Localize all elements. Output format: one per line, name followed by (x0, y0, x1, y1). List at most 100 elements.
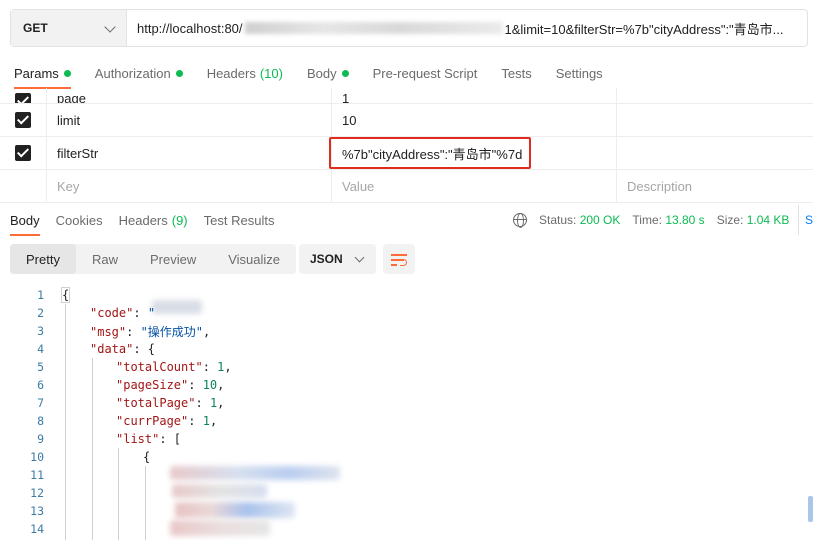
headers-count: (9) (171, 212, 188, 228)
tab-label: Tests (501, 65, 532, 81)
description-placeholder[interactable]: Description (627, 179, 692, 194)
response-bar: Body Cookies Headers (9) Test Results Sta… (0, 205, 813, 236)
tab-raw[interactable]: Raw (76, 244, 134, 274)
tab-label: Settings (555, 65, 603, 81)
tab-label: Headers (206, 65, 256, 81)
tab-visualize[interactable]: Visualize (212, 244, 296, 274)
wrap-lines-icon-part (400, 259, 407, 266)
line-number: 7 (37, 396, 44, 410)
status-value[interactable]: 200 OK (580, 213, 621, 227)
scrollbar-thumb[interactable] (808, 496, 813, 522)
tab-response-cookies[interactable]: Cookies (56, 206, 103, 234)
tab-test-results[interactable]: Test Results (204, 206, 275, 234)
tab-label: Body (10, 212, 40, 228)
code-text: "totalPage": 1, (116, 396, 225, 410)
key-placeholder[interactable]: Key (57, 179, 79, 194)
line-number: 1 (37, 288, 44, 302)
tab-authorization[interactable]: Authorization (95, 59, 183, 87)
code-line: 1{ (0, 286, 813, 304)
code-text: "currPage": 1, (116, 414, 218, 428)
code-text: "pageSize": 10, (116, 378, 225, 392)
green-dot-icon (341, 69, 349, 77)
code-line: 7 "totalPage": 1, (0, 394, 813, 412)
line-number: 3 (37, 324, 44, 338)
param-description[interactable] (617, 137, 813, 169)
line-number: 2 (37, 306, 44, 320)
response-status: Status: 200 OK Time: 13.80 s Size: 1.04 … (513, 205, 801, 235)
param-description[interactable] (617, 104, 813, 136)
params-table: page 1 limit 10 filterStr %7b"cityAddres… (0, 88, 813, 203)
method-label: GET (23, 21, 48, 35)
tab-preview[interactable]: Preview (134, 244, 212, 274)
param-row-page: page 1 (0, 88, 813, 104)
param-row-filterstr: filterStr %7b"cityAddress":"青岛市"%7d (0, 137, 813, 170)
url-suffix: 1&limit=10&filterStr=%7b"cityAddress":"青… (504, 21, 784, 37)
request-tabs: Params Authorization Headers (10) Body Pr… (0, 58, 813, 89)
code-line: 12 (0, 484, 813, 502)
save-label: S (804, 213, 813, 227)
param-value[interactable]: 10 (342, 113, 356, 128)
param-checkbox[interactable] (15, 112, 31, 128)
format-select[interactable]: JSON (299, 244, 376, 274)
method-select[interactable]: GET (11, 10, 127, 46)
tab-tests[interactable]: Tests (501, 59, 531, 87)
size-label: Size: (716, 213, 744, 227)
line-number: 13 (30, 504, 44, 518)
tab-params[interactable]: Params (14, 59, 71, 89)
code-line: 2 "code": " (0, 304, 813, 322)
size-value[interactable]: 1.04 KB (747, 213, 790, 227)
code-text: "code": " (90, 306, 156, 320)
param-key[interactable]: filterStr (57, 146, 98, 161)
line-number: 10 (30, 450, 44, 464)
response-code-view[interactable]: 1{2 "code": " 3 "msg": "操作成功", 4 "data": {5 "t… (0, 286, 813, 540)
line-number: 8 (37, 414, 44, 428)
param-key[interactable]: page (57, 91, 86, 103)
tab-label: Test Results (203, 212, 275, 228)
line-number: 4 (37, 342, 44, 356)
chevron-down-icon (354, 252, 365, 263)
status-label: Status: (539, 213, 577, 227)
code-line: 13 (0, 502, 813, 520)
line-number: 14 (30, 522, 44, 536)
param-value[interactable]: 1 (342, 91, 349, 103)
param-checkbox[interactable] (15, 93, 31, 103)
headers-count: (10) (259, 65, 283, 81)
param-key[interactable]: limit (57, 113, 80, 128)
code-line: 14 (0, 520, 813, 538)
tab-response-headers[interactable]: Headers (9) (119, 206, 188, 234)
code-text: "list": [ (116, 432, 182, 446)
code-line: 9 "list": [ (0, 430, 813, 448)
tab-headers[interactable]: Headers (10) (207, 59, 283, 87)
chevron-down-icon (104, 21, 116, 33)
url-input[interactable]: http://localhost:80/ 1&limit=10&filterSt… (127, 10, 807, 46)
code-text: "totalCount": 1, (116, 360, 232, 374)
code-line: 5 "totalCount": 1, (0, 358, 813, 376)
line-number: 6 (37, 378, 44, 392)
param-value[interactable]: %7b"cityAddress":"青岛市"%7d (342, 144, 522, 163)
save-response-button[interactable]: S (797, 205, 813, 235)
globe-icon[interactable] (513, 213, 527, 228)
time-value[interactable]: 13.80 s (665, 213, 704, 227)
line-number: 11 (30, 468, 44, 482)
tab-response-body[interactable]: Body (10, 206, 40, 236)
param-row-new: Key Value Description (0, 170, 813, 203)
param-checkbox[interactable] (15, 145, 31, 161)
value-placeholder[interactable]: Value (342, 179, 374, 194)
tab-label: Pre-request Script (372, 65, 478, 81)
wrap-lines-icon-part (391, 264, 397, 266)
param-description[interactable] (617, 88, 813, 103)
line-number: 9 (37, 432, 44, 446)
code-line: 4 "data": { (0, 340, 813, 358)
code-text: { (143, 450, 151, 464)
code-text: "msg": "操作成功", (90, 324, 211, 339)
code-line: 8 "currPage": 1, (0, 412, 813, 430)
code-line: 3 "msg": "操作成功", (0, 322, 813, 340)
tab-pre-request-script[interactable]: Pre-request Script (373, 59, 478, 87)
tab-settings[interactable]: Settings (556, 59, 603, 87)
code-line: 11 (0, 466, 813, 484)
tab-body[interactable]: Body (307, 59, 349, 87)
code-line: 6 "pageSize": 10, (0, 376, 813, 394)
green-dot-icon (63, 69, 71, 77)
wrap-lines-button[interactable] (383, 244, 415, 274)
tab-pretty[interactable]: Pretty (10, 244, 76, 274)
